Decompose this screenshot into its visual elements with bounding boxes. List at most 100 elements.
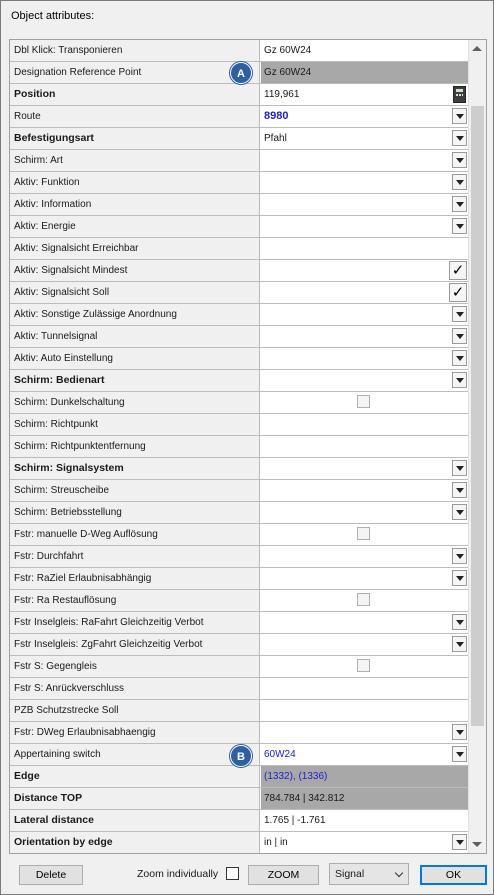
dropdown-button[interactable]: [452, 108, 467, 124]
attribute-value-cell[interactable]: [261, 612, 468, 633]
attribute-value-cell[interactable]: Pfahl: [261, 128, 468, 149]
dropdown-button[interactable]: [452, 460, 467, 476]
attribute-checkbox[interactable]: [357, 593, 370, 606]
attribute-label: Aktiv: Signalsicht Erreichbar: [10, 238, 260, 259]
dropdown-arrow-icon: [455, 729, 464, 735]
attribute-checkbox[interactable]: [357, 395, 370, 408]
object-attributes-dialog: Object attributes: Dbl Klick: Transponie…: [0, 0, 494, 895]
attribute-value-cell[interactable]: [261, 172, 468, 193]
dropdown-button[interactable]: [452, 372, 467, 388]
dropdown-button[interactable]: [452, 834, 467, 850]
attribute-value-cell[interactable]: [261, 414, 468, 435]
scroll-up-arrow-icon[interactable]: [472, 46, 482, 51]
checkmark-button-icon[interactable]: ✓: [449, 283, 467, 302]
attribute-value-cell[interactable]: ✓: [261, 260, 468, 281]
ok-button[interactable]: OK: [420, 865, 487, 885]
attribute-value-cell[interactable]: [261, 700, 468, 721]
object-type-select-value: Signal: [335, 868, 365, 880]
attribute-value: Gz 60W24: [264, 67, 312, 78]
dropdown-button[interactable]: [452, 504, 467, 520]
attribute-value-cell[interactable]: [261, 348, 468, 369]
attribute-row: Aktiv: Energie: [10, 216, 468, 238]
attribute-value-cell[interactable]: [261, 216, 468, 237]
dialog-title: Object attributes:: [11, 10, 95, 22]
attribute-label: Appertaining switch: [10, 744, 260, 765]
attribute-row: Dbl Klick: Transponieren Gz 60W24: [10, 40, 468, 62]
attribute-value-cell[interactable]: [261, 634, 468, 655]
dropdown-button[interactable]: [452, 746, 467, 762]
dropdown-button[interactable]: [452, 724, 467, 740]
attribute-value-cell[interactable]: 1.765 | -1.761: [261, 810, 468, 831]
dropdown-button[interactable]: [452, 570, 467, 586]
attribute-value-cell[interactable]: 8980: [261, 106, 468, 127]
attribute-row: Aktiv: Auto Einstellung: [10, 348, 468, 370]
attribute-value-cell[interactable]: [261, 568, 468, 589]
dropdown-button[interactable]: [452, 218, 467, 234]
attribute-value-cell[interactable]: [261, 238, 468, 259]
attribute-checkbox[interactable]: [357, 659, 370, 672]
attribute-value-cell: Gz 60W24: [261, 62, 468, 83]
calculator-icon[interactable]: [453, 86, 466, 103]
dropdown-button[interactable]: [452, 152, 467, 168]
attribute-value-cell[interactable]: [261, 370, 468, 391]
attribute-value-cell[interactable]: 119,961: [261, 84, 468, 105]
delete-button[interactable]: Delete: [19, 865, 83, 885]
attribute-row: Schirm: Bedienart: [10, 370, 468, 392]
attribute-value-cell[interactable]: [261, 502, 468, 523]
attribute-value-cell[interactable]: in | in: [261, 832, 468, 853]
dropdown-button[interactable]: [452, 328, 467, 344]
attribute-checkbox[interactable]: [357, 527, 370, 540]
zoom-individually-checkbox[interactable]: [226, 867, 239, 880]
attribute-row: Aktiv: Signalsicht Soll ✓: [10, 282, 468, 304]
attribute-value-cell[interactable]: ✓: [261, 282, 468, 303]
attribute-value-cell[interactable]: [261, 656, 468, 677]
attribute-value-cell[interactable]: [261, 590, 468, 611]
attribute-row: Fstr Inselgleis: RaFahrt Gleichzeitig Ve…: [10, 612, 468, 634]
dropdown-arrow-icon: [455, 355, 464, 361]
object-type-select[interactable]: Signal: [329, 863, 409, 885]
attribute-value: 119,961: [264, 89, 300, 100]
vertical-scrollbar[interactable]: [468, 40, 486, 853]
dropdown-arrow-icon: [455, 311, 464, 317]
attribute-row: Schirm: Richtpunktentfernung: [10, 436, 468, 458]
attribute-value-cell[interactable]: 60W24: [261, 744, 468, 765]
attribute-value-cell[interactable]: [261, 326, 468, 347]
attribute-value-cell[interactable]: [261, 392, 468, 413]
dropdown-button[interactable]: [452, 614, 467, 630]
attribute-value-cell[interactable]: [261, 194, 468, 215]
attribute-label: Befestigungsart: [10, 128, 260, 149]
attribute-row: Fstr: manuelle D-Weg Auflösung: [10, 524, 468, 546]
dropdown-button[interactable]: [452, 306, 467, 322]
attribute-value-cell[interactable]: Gz 60W24: [261, 40, 468, 61]
attribute-row: Edge (1332), (1336): [10, 766, 468, 788]
attribute-value-cell[interactable]: [261, 458, 468, 479]
dropdown-button[interactable]: [452, 482, 467, 498]
attribute-value-cell[interactable]: [261, 546, 468, 567]
attribute-value: 60W24: [264, 749, 296, 760]
dropdown-button[interactable]: [452, 636, 467, 652]
zoom-individually-label: Zoom individually: [137, 868, 219, 880]
attribute-label: Orientation by edge: [10, 832, 260, 853]
attribute-value-cell[interactable]: [261, 150, 468, 171]
dropdown-button[interactable]: [452, 130, 467, 146]
dropdown-button[interactable]: [452, 350, 467, 366]
attribute-value-cell[interactable]: [261, 722, 468, 743]
scrollbar-thumb[interactable]: [471, 106, 484, 726]
attribute-label: Edge: [10, 766, 260, 787]
attribute-value: 784.784 | 342.812: [264, 793, 345, 804]
scroll-down-arrow-icon[interactable]: [472, 842, 482, 847]
dropdown-button[interactable]: [452, 174, 467, 190]
dropdown-button[interactable]: [452, 548, 467, 564]
attribute-label: Lateral distance: [10, 810, 260, 831]
attribute-value-cell[interactable]: [261, 480, 468, 501]
attribute-row: Position 119,961: [10, 84, 468, 106]
zoom-button[interactable]: ZOOM: [248, 865, 319, 885]
checkmark-button-icon[interactable]: ✓: [449, 261, 467, 280]
attribute-value-cell[interactable]: [261, 524, 468, 545]
attribute-value-cell[interactable]: [261, 436, 468, 457]
dropdown-button[interactable]: [452, 196, 467, 212]
attribute-value-cell[interactable]: [261, 304, 468, 325]
attribute-value-cell[interactable]: [261, 678, 468, 699]
attribute-label: Schirm: Streuscheibe: [10, 480, 260, 501]
attribute-label: Fstr: manuelle D-Weg Auflösung: [10, 524, 260, 545]
